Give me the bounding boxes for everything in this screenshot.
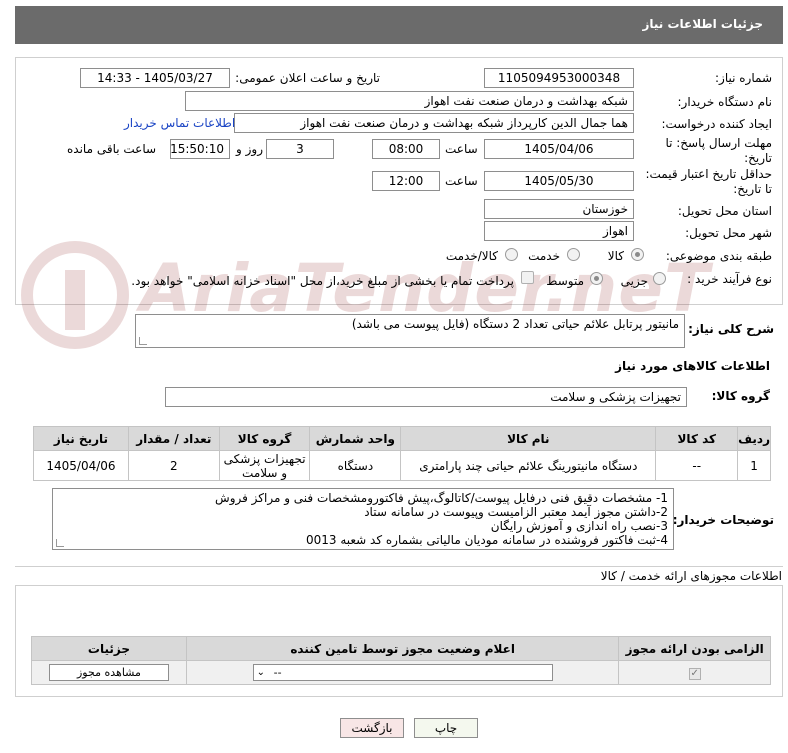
description-label: شرح کلی نیاز:	[688, 322, 774, 336]
permit-status-value: --	[273, 666, 282, 679]
back-button[interactable]: بازگشت	[340, 718, 404, 738]
page-header: جزئیات اطلاعات نیاز	[15, 6, 783, 44]
category-both-radio[interactable]	[505, 248, 518, 261]
goods-group-label: گروه کالا:	[711, 389, 770, 403]
view-permit-button[interactable]: مشاهده مجوز	[48, 664, 169, 681]
goods-section-title: اطلاعات کالاهای مورد نیاز	[615, 359, 770, 373]
permits-table: الزامی بودن ارائه مجوز اعلام وضعیت مجوز …	[31, 636, 771, 685]
creator-field: هما جمال الدین کارپرداز شبکه بهداشت و در…	[234, 113, 634, 133]
deadline-label: مهلت ارسال پاسخ: تا	[665, 136, 772, 150]
need-number-field: 1105094953000348	[484, 68, 634, 88]
page-title: جزئیات اطلاعات نیاز	[642, 17, 763, 31]
announce-field: 1405/03/27 - 14:33	[80, 68, 230, 88]
goods-table-header: ردیف کد کالا نام کالا واحد شمارش گروه کا…	[33, 426, 771, 451]
description-textarea: مانیتور پرتابل علائم حیاتی تعداد 2 دستگا…	[135, 314, 685, 348]
cell-qty: 2	[127, 450, 220, 481]
resize-handle[interactable]	[56, 539, 64, 547]
city-label: شهر محل تحویل:	[685, 226, 772, 240]
col-group: گروه کالا	[218, 426, 311, 451]
validity-label: حداقل تاریخ اعتبار قیمت:	[645, 167, 772, 181]
deadline-date-field: 1405/04/06	[484, 139, 634, 159]
permits-divider	[15, 566, 783, 567]
process-label: نوع فرآیند خرید :	[687, 272, 772, 286]
col-row: ردیف	[737, 426, 771, 451]
col-name: نام کالا	[400, 426, 657, 451]
category-goods-radio[interactable]	[631, 248, 644, 261]
goods-table: ردیف کد کالا نام کالا واحد شمارش گروه کا…	[33, 426, 771, 481]
days-label: روز و	[236, 142, 263, 156]
buyer-note-line: 2-داشتن مجوز آیمد معتبر الزامیست وپیوست …	[364, 505, 668, 519]
col-status: اعلام وضعیت مجوز توسط تامین کننده	[185, 636, 620, 661]
cell-date: 1405/04/06	[33, 450, 129, 481]
cell-name: دستگاه مانیتورینگ علائم حیاتی چند پارامت…	[400, 450, 657, 481]
validity-label-date: تا تاریخ:	[733, 182, 772, 196]
deadline-time-label: ساعت	[445, 142, 478, 156]
validity-time-label: ساعت	[445, 174, 478, 188]
required-checkbox[interactable]: ✓	[688, 668, 701, 680]
deadline-label-date: تاریخ:	[744, 151, 772, 165]
process-medium-radio[interactable]	[590, 272, 603, 285]
category-label: طبقه بندی موضوعی:	[665, 249, 772, 263]
category-both-label: کالا/خدمت	[445, 249, 498, 263]
resize-handle[interactable]	[139, 337, 147, 345]
buyer-note-line: 3-نصب راه اندازی و آموزش رایگان	[490, 519, 668, 533]
col-details: جزئیات	[31, 636, 187, 661]
category-goods-label: کالا	[607, 249, 624, 263]
permits-section-title: اطلاعات مجوزهای ارائه خدمت / کالا	[600, 569, 782, 583]
province-field: خوزستان	[484, 199, 634, 219]
contact-info-link[interactable]: اطلاعات تماس خریدار	[124, 116, 235, 130]
col-date: تاریخ نیاز	[33, 426, 129, 451]
table-row: 1 -- دستگاه مانیتورینگ علائم حیاتی چند پ…	[33, 450, 771, 481]
city-field: اهواز	[484, 221, 634, 241]
col-qty: تعداد / مقدار	[127, 426, 220, 451]
cell-row: 1	[737, 450, 771, 481]
buyer-label: نام دستگاه خریدار:	[677, 95, 773, 109]
buyer-notes-textarea: 1- مشخصات دقیق فنی درفایل پیوست/کاتالوگ،…	[52, 488, 674, 550]
process-minor-label: جزیی	[620, 274, 648, 288]
treasury-payment-checkbox[interactable]	[521, 271, 534, 284]
province-label: استان محل تحویل:	[677, 204, 772, 218]
treasury-payment-note: پرداخت تمام یا بخشی از مبلغ خرید،از محل …	[131, 274, 514, 288]
cell-unit: دستگاه	[309, 450, 402, 481]
cell-details: مشاهده مجوز	[31, 660, 187, 685]
buyer-field: شبکه بهداشت و درمان صنعت نفت اهواز	[185, 91, 634, 111]
announce-label: تاریخ و ساعت اعلان عمومی:	[235, 71, 380, 85]
remaining-time-field: 15:50:10	[170, 139, 230, 159]
deadline-time-field: 08:00	[372, 139, 440, 159]
days-field: 3	[266, 139, 334, 159]
chevron-down-icon: ⌄	[256, 667, 266, 678]
process-minor-radio[interactable]	[653, 272, 666, 285]
category-service-label: خدمت	[528, 249, 560, 263]
permits-table-header: الزامی بودن ارائه مجوز اعلام وضعیت مجوز …	[31, 636, 771, 661]
goods-group-field: تجهیزات پزشکی و سلامت	[165, 387, 687, 407]
table-row: ✓ -- ⌄ مشاهده مجوز	[31, 660, 771, 685]
cell-required: ✓	[618, 660, 771, 685]
permit-status-select[interactable]: -- ⌄	[252, 664, 553, 681]
cell-status: -- ⌄	[185, 660, 620, 685]
col-required: الزامی بودن ارائه مجوز	[618, 636, 771, 661]
col-unit: واحد شمارش	[309, 426, 402, 451]
buyer-note-line: 1- مشخصات دقیق فنی درفایل پیوست/کاتالوگ،…	[215, 491, 668, 505]
cell-code: --	[655, 450, 739, 481]
need-number-label: شماره نیاز:	[715, 71, 772, 85]
buyer-note-line: 4-ثبت فاکتور فروشنده در سامانه مودیان ما…	[305, 533, 668, 547]
print-button[interactable]: چاپ	[414, 718, 478, 738]
description-text: مانیتور پرتابل علائم حیاتی تعداد 2 دستگا…	[351, 317, 679, 331]
category-service-radio[interactable]	[567, 248, 580, 261]
validity-date-field: 1405/05/30	[484, 171, 634, 191]
validity-time-field: 12:00	[372, 171, 440, 191]
creator-label: ایجاد کننده درخواست:	[661, 117, 772, 131]
remaining-time-label: ساعت باقی مانده	[67, 142, 157, 156]
col-code: کد کالا	[655, 426, 739, 451]
buyer-notes-label: توضیحات خریدار:	[672, 513, 774, 527]
cell-group: تجهیزات پزشکی و سلامت	[218, 450, 311, 481]
process-medium-label: متوسط	[546, 274, 584, 288]
